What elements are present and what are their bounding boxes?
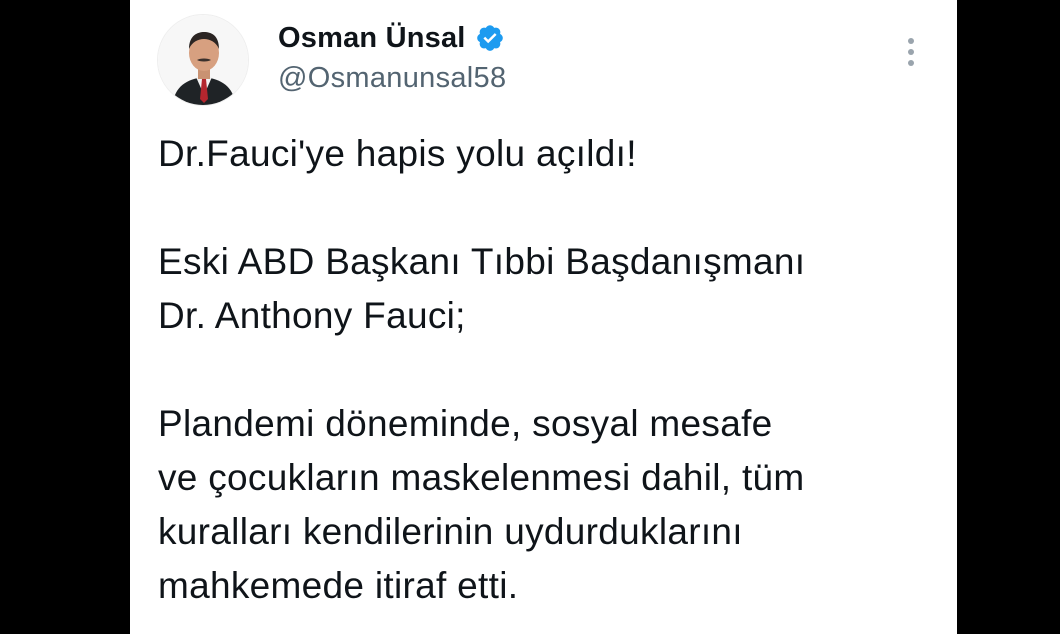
tweet-line: ve çocukların maskelenmesi dahil, tüm [158,457,805,498]
tweet-line: mahkemede itiraf etti. [158,565,519,606]
display-name[interactable]: Osman Ünsal [278,22,466,55]
dot [908,60,914,66]
tweet-text: Dr.Fauci'ye hapis yolu açıldı! Eski ABD … [158,127,938,613]
tweet-paragraph-3: Plandemi döneminde, sosyal mesafe ve çoc… [158,397,938,613]
more-options-icon[interactable] [898,30,924,74]
avatar[interactable] [157,14,249,106]
tweet-line: Plandemi döneminde, sosyal mesafe [158,403,773,444]
tweet-line: Dr.Fauci'ye hapis yolu açıldı! [158,133,637,174]
user-handle[interactable]: @Osmanunsal58 [278,62,506,95]
dot [908,38,914,44]
tweet-line: Dr. Anthony Fauci; [158,295,466,336]
tweet-paragraph-2: Eski ABD Başkanı Tıbbi Başdanışmanı Dr. … [158,235,938,343]
tweet-line: Eski ABD Başkanı Tıbbi Başdanışmanı [158,241,806,282]
verified-badge-icon [475,23,505,53]
dot [908,49,914,55]
tweet-paragraph-1: Dr.Fauci'ye hapis yolu açıldı! [158,127,938,181]
author-name-row: Osman Ünsal [278,18,505,58]
tweet-card: Osman Ünsal @Osmanunsal58 Dr.Fauci'ye ha… [130,0,957,634]
tweet-line: kuralları kendilerinin uydurduklarını [158,511,743,552]
profile-photo-icon [158,15,248,105]
